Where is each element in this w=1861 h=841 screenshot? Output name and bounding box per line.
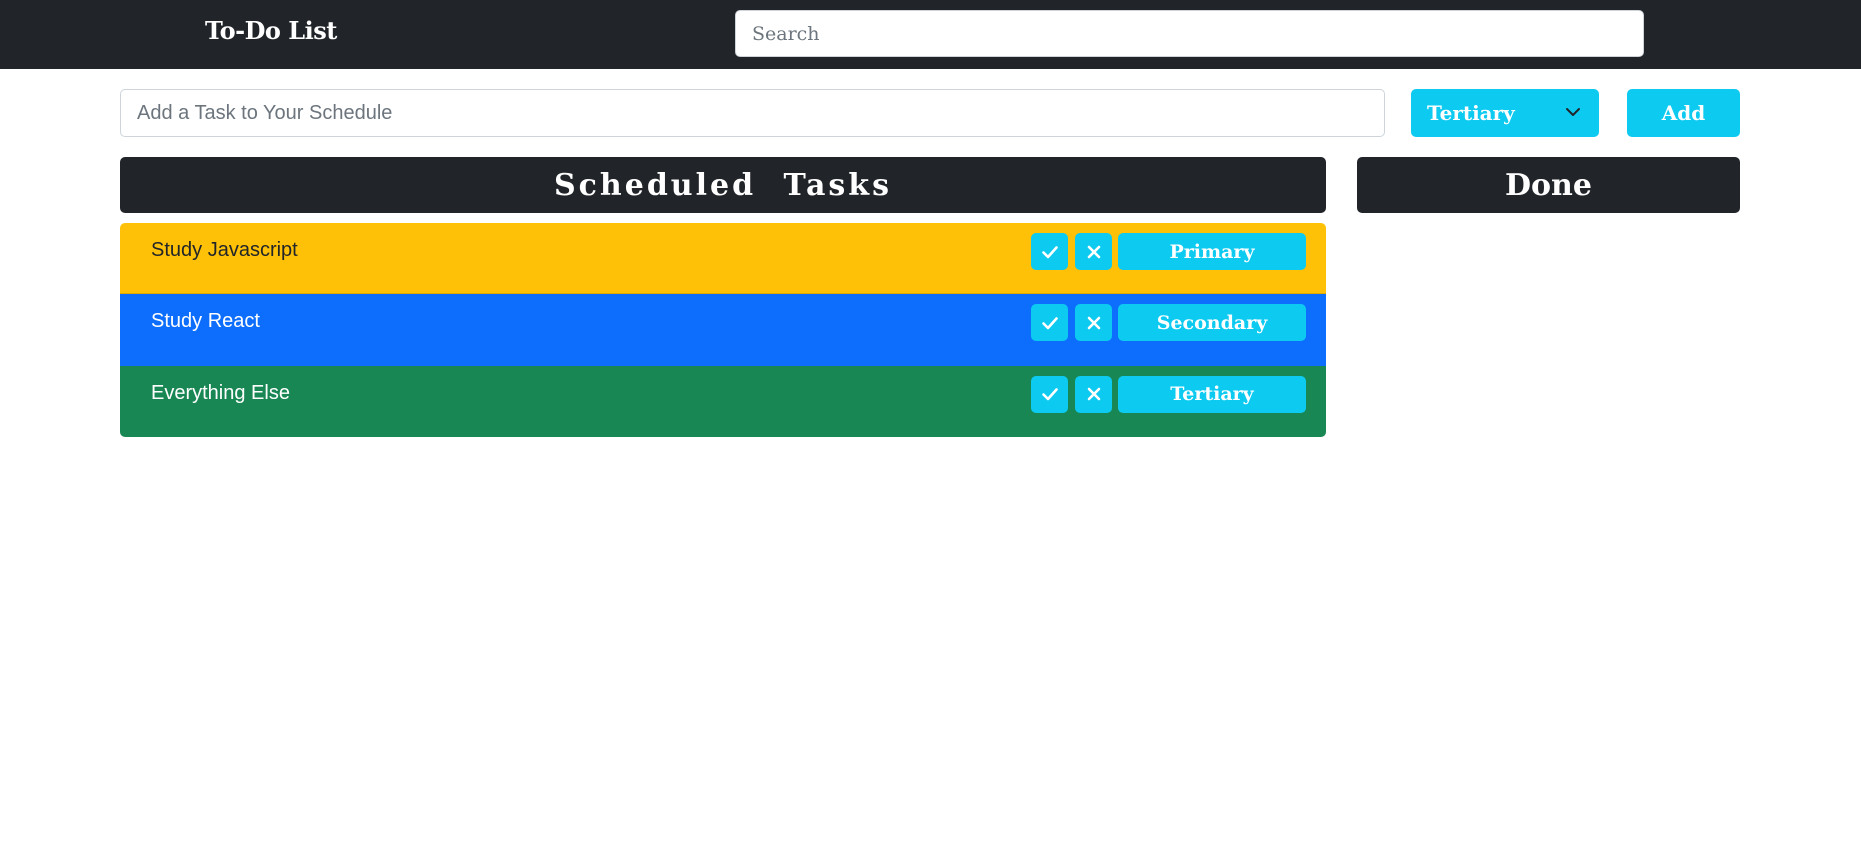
complete-task-button[interactable] — [1031, 375, 1068, 413]
task-label: Everything Else — [151, 381, 290, 404]
check-icon — [1041, 245, 1058, 258]
task-item: Study Javascript Primary — [120, 223, 1326, 295]
task-priority-button[interactable]: Secondary — [1118, 304, 1306, 342]
scheduled-tasks-header: Scheduled Tasks — [120, 157, 1326, 213]
check-icon — [1041, 388, 1058, 401]
task-label: Study Javascript — [151, 239, 298, 261]
close-icon — [1087, 387, 1100, 401]
delete-task-button[interactable] — [1075, 233, 1112, 270]
close-icon — [1087, 316, 1100, 330]
complete-task-button[interactable] — [1031, 233, 1068, 270]
chevron-down-icon — [1566, 108, 1580, 116]
add-task-button[interactable]: Add — [1627, 89, 1740, 137]
task-item: Everything Else Tertiary — [120, 365, 1326, 437]
priority-select[interactable]: Tertiary — [1411, 89, 1599, 137]
delete-task-button[interactable] — [1075, 304, 1112, 342]
add-task-input[interactable] — [120, 89, 1385, 137]
priority-select-value: Tertiary — [1427, 101, 1515, 125]
search-input[interactable] — [735, 10, 1644, 57]
close-icon — [1087, 245, 1100, 258]
brand-title[interactable]: To-Do List — [205, 16, 337, 45]
scheduled-task-list: Study Javascript Primary Study React Sec… — [120, 223, 1326, 437]
check-icon — [1041, 317, 1058, 330]
delete-task-button[interactable] — [1075, 375, 1112, 413]
task-priority-button[interactable]: Primary — [1118, 233, 1306, 270]
navbar: To-Do List — [0, 0, 1861, 69]
task-priority-button[interactable]: Tertiary — [1118, 375, 1306, 413]
task-item: Study React Secondary — [120, 294, 1326, 366]
done-header: Done — [1357, 157, 1740, 213]
task-label: Study React — [151, 310, 260, 333]
complete-task-button[interactable] — [1031, 304, 1068, 342]
